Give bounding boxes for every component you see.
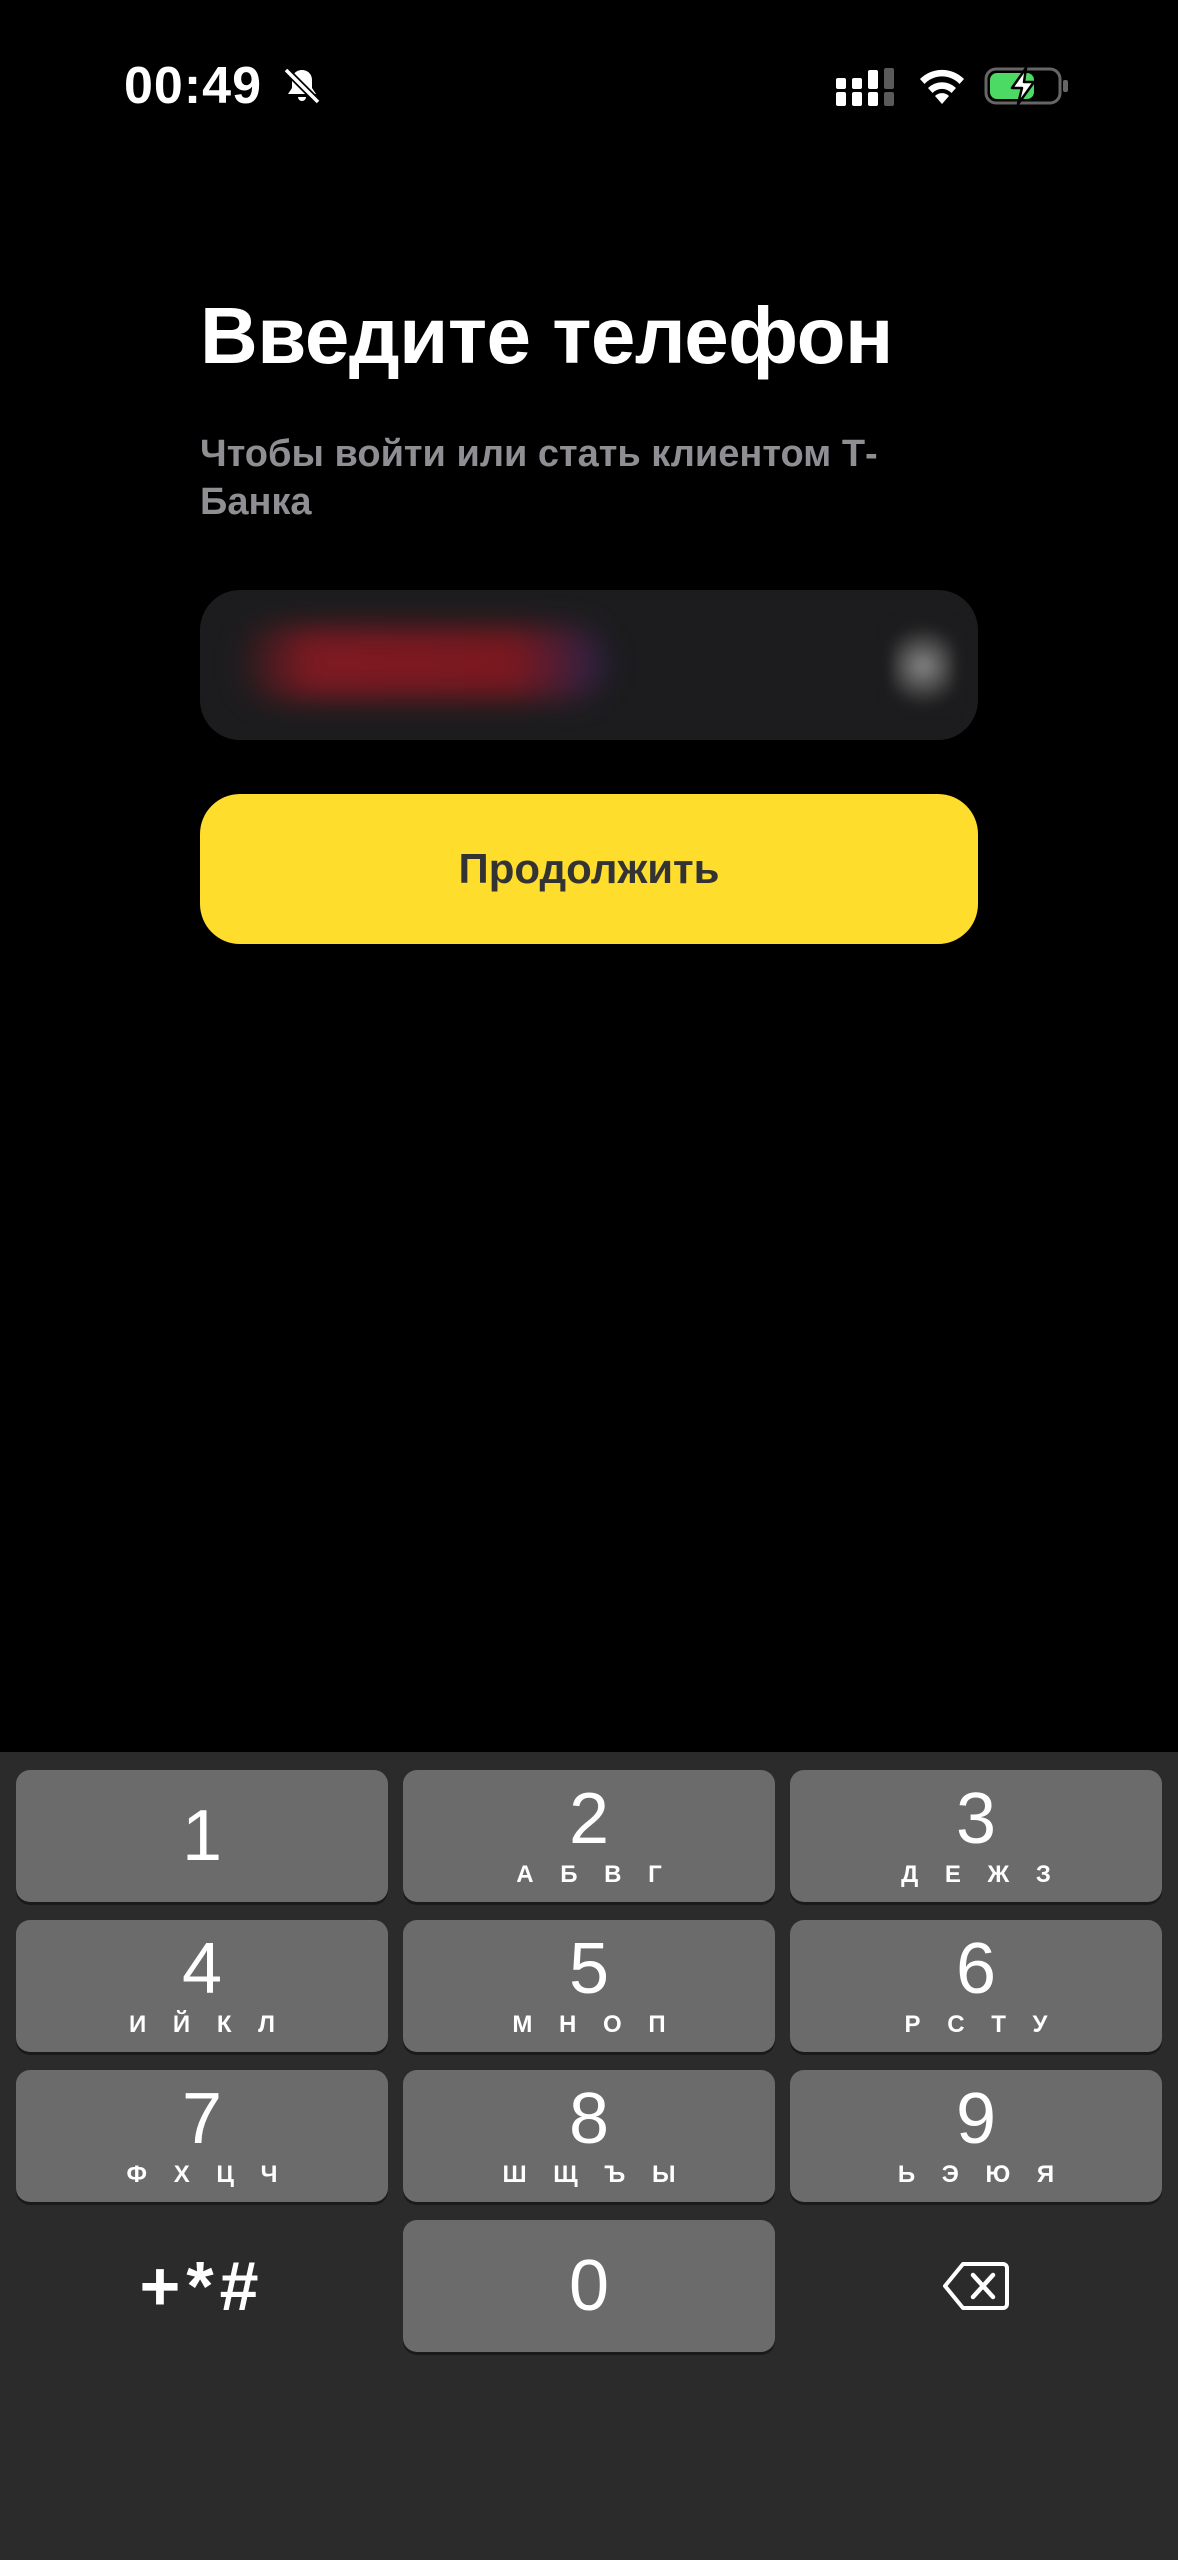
key-digit: 2 — [568, 1779, 610, 1859]
key-5[interactable]: 5 М Н О П — [403, 1920, 775, 2052]
key-digit: 5 — [568, 1929, 610, 2009]
page-subtitle: Чтобы войти или стать клиентом Т-Банка — [200, 433, 878, 523]
key-letters: Д Е Ж З — [901, 1861, 1061, 1888]
key-letters: Ш Щ Ъ Ы — [502, 2161, 686, 2188]
key-2[interactable]: 2 А Б В Г — [403, 1770, 775, 1902]
key-digit: 7 — [181, 2079, 223, 2159]
clear-input-icon[interactable] — [892, 626, 954, 706]
key-0[interactable]: 0 — [403, 2220, 775, 2352]
key-letters: А Б В Г — [516, 1861, 672, 1888]
key-3[interactable]: 3 Д Е Ж З — [790, 1770, 1162, 1902]
key-digit: 6 — [955, 1929, 997, 2009]
cellular-signal-icon — [836, 68, 894, 106]
status-bar: 00:49 — [0, 0, 1178, 170]
backspace-icon — [943, 2262, 1009, 2310]
key-4[interactable]: 4 И Й К Л — [16, 1920, 388, 2052]
key-letters: Ь Э Ю Я — [897, 2161, 1065, 2188]
key-digit: 3 — [955, 1779, 997, 1859]
page-title: Введите телефон — [200, 291, 893, 380]
numeric-keypad: 1 2 А Б В Г 3 Д Е Ж З 4 И Й К Л 5 М Н О … — [0, 1752, 1178, 2560]
key-9[interactable]: 9 Ь Э Ю Я — [790, 2070, 1162, 2202]
bell-muted-icon — [283, 67, 321, 105]
status-time: 00:49 — [124, 57, 262, 115]
key-digit: 4 — [181, 1929, 223, 2009]
key-1[interactable]: 1 — [16, 1770, 388, 1902]
continue-button[interactable]: Продолжить — [200, 794, 978, 944]
phone-input-value — [240, 642, 800, 688]
key-digit: 8 — [568, 2079, 610, 2159]
key-8[interactable]: 8 Ш Щ Ъ Ы — [403, 2070, 775, 2202]
key-letters: Р С Т У — [904, 2011, 1058, 2038]
key-digit: 0 — [568, 2246, 610, 2326]
key-letters: М Н О П — [512, 2011, 676, 2038]
key-letters: Ф Х Ц Ч — [126, 2161, 288, 2188]
key-7[interactable]: 7 Ф Х Ц Ч — [16, 2070, 388, 2202]
key-letters: И Й К Л — [129, 2011, 285, 2038]
key-digit: 1 — [181, 1796, 223, 1876]
key-6[interactable]: 6 Р С Т У — [790, 1920, 1162, 2052]
key-delete[interactable] — [790, 2220, 1162, 2352]
key-digit: 9 — [955, 2079, 997, 2159]
key-symbols-label: +*# — [139, 2247, 265, 2325]
battery-charging-icon — [984, 66, 1068, 106]
login-screen: 00:49 Введите телефон Чтобы войти или ст… — [0, 0, 1178, 2560]
wifi-icon — [920, 69, 964, 104]
phone-input[interactable] — [200, 590, 978, 740]
key-symbols[interactable]: +*# — [16, 2220, 388, 2352]
